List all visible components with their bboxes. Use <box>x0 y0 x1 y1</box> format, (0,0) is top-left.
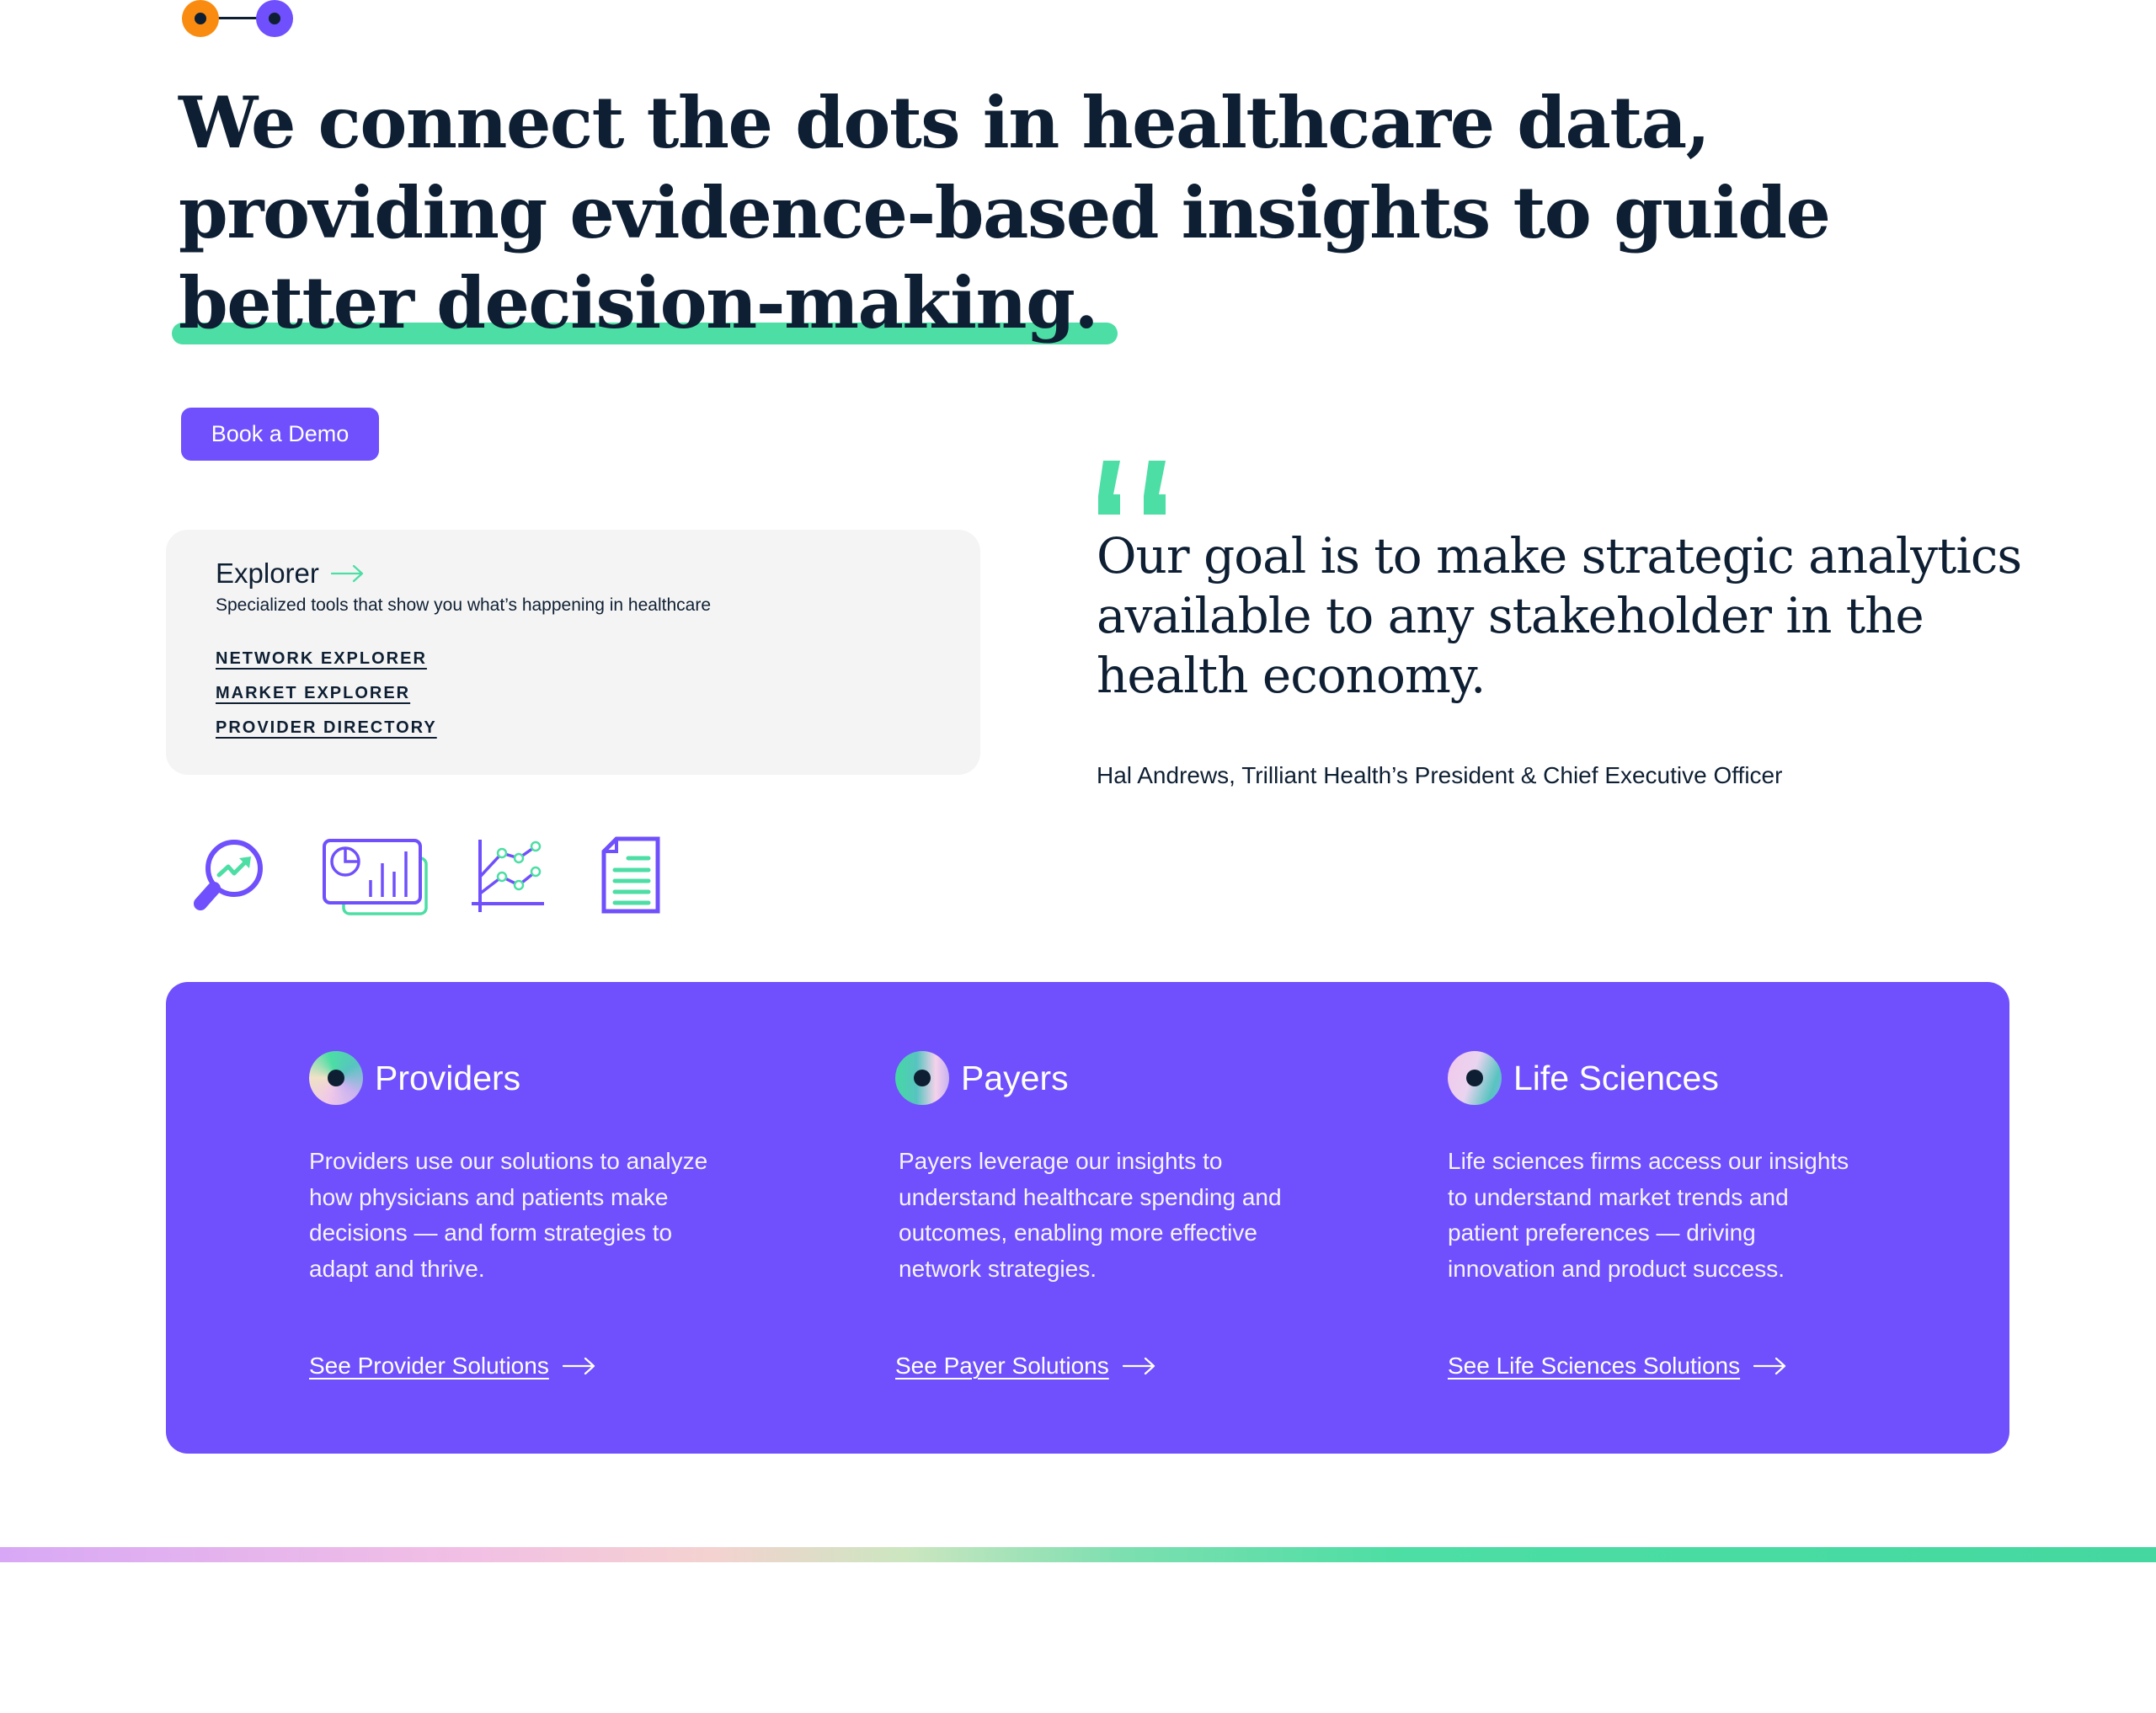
magnifier-trend-icon <box>194 840 263 910</box>
document-icon <box>601 836 660 914</box>
solution-body: Payers leverage our insights to understa… <box>899 1148 1282 1282</box>
solutions-panel: Providers Providers use our solutions to… <box>166 982 2009 1454</box>
network-explorer-link[interactable]: NETWORK EXPLORER <box>216 649 437 669</box>
solution-providers: Providers Providers use our solutions to… <box>309 1051 713 1379</box>
line-chart-icon <box>472 840 544 912</box>
explorer-description: Specialized tools that show you what’s h… <box>216 595 711 615</box>
solution-title: Payers <box>961 1058 1069 1097</box>
hero-headline: We connect the dots in healthcare data, … <box>171 77 1831 348</box>
see-provider-solutions-link[interactable]: See Provider Solutions <box>309 1353 596 1379</box>
quote-text: Our goal is to make strategic analytics … <box>1097 527 2022 704</box>
explorer-link[interactable]: Explorer <box>216 558 365 590</box>
providers-orb-icon <box>309 1051 363 1105</box>
explorer-card: Explorer Specialized tools that show you… <box>166 530 980 775</box>
explorer-links: NETWORK EXPLORER MARKET EXPLORER PROVIDE… <box>216 649 437 738</box>
quote-mark-icon <box>1098 461 1166 515</box>
solution-title: Providers <box>375 1058 521 1097</box>
see-life-sciences-solutions-link[interactable]: See Life Sciences Solutions <box>1448 1353 1787 1379</box>
purple-dot <box>256 0 293 37</box>
life-sciences-orb-icon <box>1448 1051 1502 1105</box>
arrow-right-icon <box>330 564 363 583</box>
solution-body: Life sciences firms access our insights … <box>1448 1148 1849 1282</box>
market-explorer-link[interactable]: MARKET EXPLORER <box>216 684 437 703</box>
cta-label: See Payer Solutions <box>895 1353 1109 1379</box>
orange-dot <box>182 0 219 37</box>
payers-orb-icon <box>895 1051 949 1105</box>
solution-title: Life Sciences <box>1513 1058 1719 1097</box>
solution-body: Providers use our solutions to analyze h… <box>309 1148 708 1282</box>
explorer-title: Explorer <box>216 558 319 589</box>
book-demo-button[interactable]: Book a Demo <box>181 408 379 461</box>
arrow-right-icon <box>1122 1357 1155 1375</box>
headline-line-2: providing evidence-based insights to gui… <box>179 171 1831 254</box>
headline-highlight-line: better decision-making. <box>171 258 1118 348</box>
gradient-divider <box>0 1547 2156 1562</box>
cta-label: See Provider Solutions <box>309 1353 549 1379</box>
dashboard-charts-icon <box>323 839 428 915</box>
quote-author: Hal Andrews, Trilliant Health’s Presiden… <box>1097 762 1783 788</box>
arrow-right-icon <box>1753 1357 1786 1375</box>
connected-dots-icon <box>182 0 295 37</box>
see-payer-solutions-link[interactable]: See Payer Solutions <box>895 1353 1156 1379</box>
arrow-right-icon <box>562 1357 595 1375</box>
provider-directory-link[interactable]: PROVIDER DIRECTORY <box>216 718 437 738</box>
headline-line-1: We connect the dots in healthcare data, <box>179 81 1710 164</box>
solution-payers: Payers Payers leverage our insights to u… <box>895 1051 1299 1379</box>
solution-life-sciences: Life Sciences Life sciences firms access… <box>1448 1051 1852 1379</box>
cta-label: See Life Sciences Solutions <box>1448 1353 1741 1379</box>
